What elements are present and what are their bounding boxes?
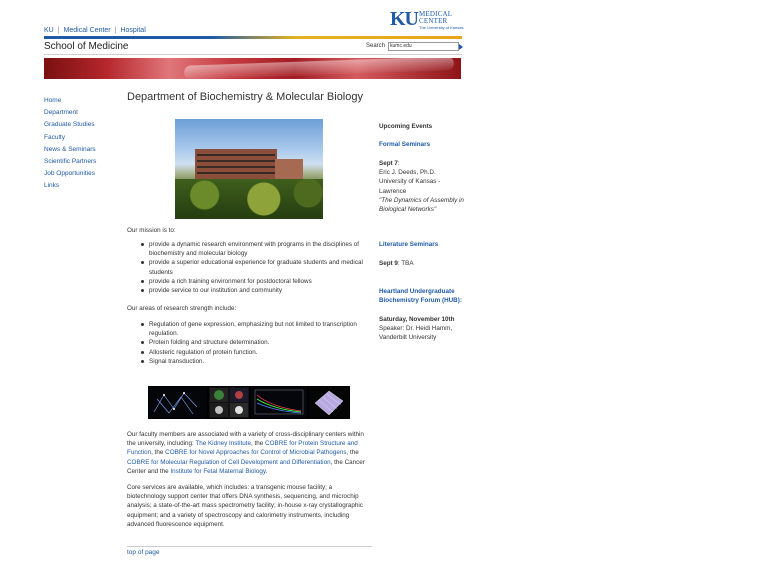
nav-item-faculty[interactable]: Faculty [44,132,96,144]
mission-heading: Our mission is to: [127,227,176,234]
nav-item-department[interactable]: Department [44,107,96,119]
research-images-strip [148,386,350,419]
logo-ku-text: KU [390,8,419,30]
literature-seminars-link[interactable]: Literature Seminars [379,240,469,249]
areas-list: Regulation of gene expression, emphasizi… [127,320,372,366]
hub-link[interactable]: Heartland Undergraduate Biochemistry For… [379,287,469,305]
hospital-link[interactable]: Hospital [120,27,145,34]
research-image [309,387,349,418]
list-item: Protein folding and structure determinat… [127,338,372,347]
school-title: School of Medicine [44,41,129,52]
nav-item-home[interactable]: Home [44,95,96,107]
search-label: Search [366,43,386,49]
color-bar [44,36,462,39]
page-title: Department of Biochemistry & Molecular B… [127,91,363,103]
list-item: provide a superior educational experienc… [127,258,372,276]
separator: | [57,27,60,34]
list-item: Allosteric regulation of protein functio… [127,348,372,357]
kidney-institute-link[interactable]: The Kidney Institute [195,440,251,447]
formal-seminars-link[interactable]: Formal Seminars [379,140,469,149]
nav-item-job-opportunities[interactable]: Job Opportunities [44,168,96,180]
utility-links: KU | Medical Center | Hospital [44,27,146,34]
ku-link[interactable]: KU [44,27,54,34]
medical-center-link[interactable]: Medical Center [64,27,111,34]
left-nav: Home Department Graduate Studies Faculty… [44,95,96,193]
nav-item-scientific-partners[interactable]: Scientific Partners [44,156,96,168]
list-item: provide service to our institution and c… [127,286,372,295]
hub-details: Saturday, November 10th Speaker: Dr. Hei… [379,316,455,342]
research-image [149,387,207,418]
building-photo [175,119,323,219]
list-item: Signal transduction. [127,357,372,366]
areas-heading: Our areas of research strength include: [127,305,237,312]
header-banner-image [44,58,461,79]
ku-medical-center-logo[interactable]: KU MEDICAL CENTER The University of Kansa… [390,8,464,31]
nav-item-links[interactable]: Links [44,180,96,192]
divider [127,546,372,547]
faculty-paragraph: Our faculty members are associated with … [127,431,365,475]
fetal-maternal-link[interactable]: Institute for Fetal Maternal Biology [170,468,265,475]
literature-seminar-details: Sept 9: TBA [379,260,414,267]
core-services-paragraph: Core services are available, which inclu… [127,484,363,528]
list-item: provide a dynamic research environment w… [127,240,372,258]
separator: | [114,27,117,34]
cobre-pathogens-link[interactable]: COBRE for Novel Approaches for Control o… [165,449,346,456]
list-item: provide a rich training environment for … [127,277,372,286]
top-of-page-link[interactable]: top of page [127,549,160,556]
logo-medical-center-text: MEDICAL CENTER [419,10,453,25]
events-heading: Upcoming Events [379,123,433,130]
research-image [251,387,307,418]
formal-seminar-details: Sept 7: Eric J. Deeds, Ph.D. University … [379,160,464,214]
search-go-icon[interactable] [459,44,463,50]
nav-item-graduate-studies[interactable]: Graduate Studies [44,119,96,131]
list-item: Regulation of gene expression, emphasizi… [127,320,372,338]
cobre-cell-development-link[interactable]: COBRE for Molecular Regulation of Cell D… [127,459,331,466]
search-input[interactable]: kumc.edu [388,42,459,51]
logo-university-text: The University of Kansas [419,25,464,30]
nav-item-news-seminars[interactable]: News & Seminars [44,144,96,156]
mission-list: provide a dynamic research environment w… [127,240,372,295]
divider [44,54,462,55]
research-image [209,387,249,418]
